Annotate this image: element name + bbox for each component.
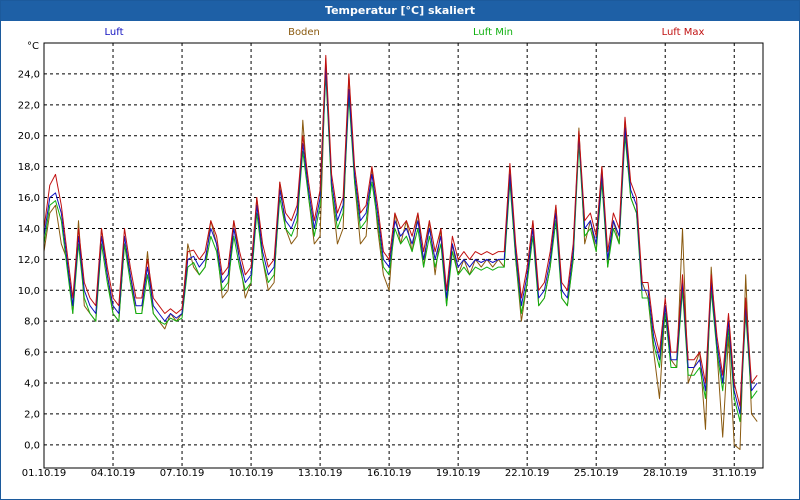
- legend-entry-luft: Luft: [105, 27, 124, 38]
- legend: Luft Boden Luft Min Luft Max: [105, 27, 705, 38]
- x-tick-label: 10.10.19: [229, 468, 274, 479]
- y-axis-unit: °C: [27, 41, 39, 52]
- y-tick-label: 20,0: [18, 131, 40, 142]
- y-tick-label: 12,0: [18, 255, 40, 266]
- series-line-luft-min: [43, 73, 758, 423]
- x-tick-label: 07.10.19: [160, 468, 205, 479]
- x-tick-label: 16.10.19: [367, 468, 412, 479]
- x-tick-label: 04.10.19: [91, 468, 136, 479]
- series-lines: [43, 54, 758, 450]
- y-tick-label: 10,0: [18, 286, 40, 297]
- series-line-boden: [43, 58, 758, 450]
- y-tick-label: 16,0: [18, 193, 40, 204]
- x-tick-label: 01.10.19: [22, 468, 67, 479]
- y-tick-label: 6,0: [24, 348, 40, 359]
- legend-entry-luft-max: Luft Max: [662, 27, 705, 38]
- x-tick-label: 31.10.19: [712, 468, 757, 479]
- y-tick-label: 8,0: [24, 317, 40, 328]
- series-line-luft-max: [43, 54, 758, 407]
- y-tick-label: 14,0: [18, 224, 40, 235]
- legend-entry-luft-min: Luft Min: [473, 27, 513, 38]
- x-tick-label: 25.10.19: [574, 468, 619, 479]
- y-tick-label: 24,0: [18, 69, 40, 80]
- y-tick-label: 2,0: [24, 409, 40, 420]
- y-tick-label: 0,0: [24, 440, 40, 451]
- x-tick-label: 19.10.19: [436, 468, 481, 479]
- x-axis-tick-labels: 01.10.19 04.10.19 07.10.19 10.10.19 13.10.19…: [22, 468, 757, 479]
- window-title: Temperatur [°C] skaliert: [1, 1, 799, 21]
- y-axis-tick-labels: 0,0 2,0 4,0 6,0 8,0 10,0 12,0 14,0 16,0 18,0 20,0 2…: [18, 69, 40, 451]
- x-tick-label: 13.10.19: [298, 468, 343, 479]
- x-tick-label: 28.10.19: [643, 468, 688, 479]
- chart-window: Temperatur [°C] skaliert Luft Boden Luft M…: [0, 0, 800, 500]
- series-line-luft: [43, 65, 758, 415]
- plot-area-frame: [43, 42, 764, 469]
- y-tick-label: 4,0: [24, 379, 40, 390]
- y-tick-label: 18,0: [18, 162, 40, 173]
- y-tick-label: 22,0: [18, 100, 40, 111]
- x-tick-label: 22.10.19: [505, 468, 550, 479]
- temperature-chart: Luft Boden Luft Min Luft Max °C 0,0 2,0 4,0 6,…: [18, 27, 764, 479]
- grid: [43, 43, 763, 468]
- legend-entry-boden: Boden: [288, 27, 320, 38]
